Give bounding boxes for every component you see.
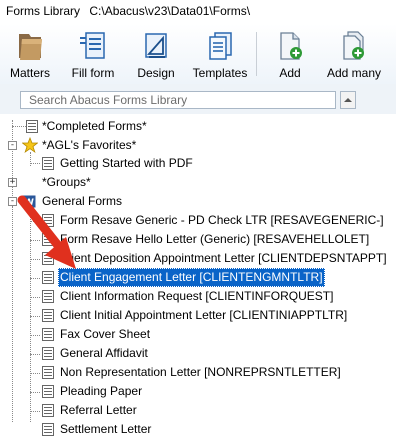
add-many-label: Add many — [326, 66, 382, 80]
library-path: C:\Abacus\v23\Data01\Forms\ — [89, 4, 251, 18]
add-button[interactable]: Add — [266, 26, 314, 82]
form-list-icon — [42, 347, 54, 360]
form-list-item[interactable]: General Affidavit — [42, 344, 150, 363]
matters-label: Matters — [9, 66, 50, 80]
annotation-arrow-icon — [17, 195, 76, 269]
form-list-item-label: Client Information Request [CLIENTINFORQ… — [60, 289, 334, 303]
add-many-icon — [343, 31, 364, 60]
form-list-icon — [42, 290, 54, 303]
window-title: Forms Library — [6, 4, 81, 18]
form-list-icon — [42, 309, 54, 322]
tree-line — [30, 354, 40, 355]
templates-button[interactable]: Templates — [188, 26, 252, 82]
form-list-item-label: Non Representation Letter [NONREPRSNTLET… — [60, 365, 341, 379]
matters-button[interactable]: Matters — [2, 26, 58, 82]
toolbar: Matters Fill form Design Templates Add A… — [0, 24, 396, 85]
form-list-item[interactable]: Non Representation Letter [NONREPRSNTLET… — [42, 363, 343, 382]
add-label: Add — [279, 66, 301, 80]
form-list-item[interactable]: Client Information Request [CLIENTINFORQ… — [42, 287, 335, 306]
tree-line — [30, 411, 40, 412]
folder-icon — [19, 34, 42, 60]
tree-line — [30, 316, 40, 317]
window-title-bar: Forms Library C:\Abacus\v23\Data01\Forms… — [0, 0, 396, 24]
form-list-item[interactable]: Referral Letter — [42, 401, 139, 420]
form-list-item-label: Client Initial Appointment Letter [CLIEN… — [60, 308, 348, 322]
form-list-icon — [42, 328, 54, 341]
collapse-search-button[interactable] — [340, 91, 356, 109]
fill-form-label: Fill form — [71, 66, 115, 80]
fill-form-button[interactable]: Fill form — [64, 26, 122, 82]
forms-tree: *Completed Forms* - *AGL's Favorites* Ge… — [0, 114, 396, 436]
fill-form-icon — [80, 32, 105, 59]
form-list-item-label: Fax Cover Sheet — [60, 327, 151, 341]
form-list-icon — [42, 404, 54, 417]
templates-icon — [209, 32, 232, 60]
form-list-item-label: Referral Letter — [60, 403, 137, 417]
search-input[interactable] — [20, 91, 336, 109]
search-row — [0, 84, 396, 114]
toolbar-divider — [256, 32, 257, 76]
form-list-icon — [42, 423, 54, 436]
add-document-icon — [280, 32, 302, 60]
form-list-icon — [42, 366, 54, 379]
form-list-item-label: General Affidavit — [60, 346, 148, 360]
tree-line — [30, 297, 40, 298]
form-list-item[interactable]: Client Initial Appointment Letter [CLIEN… — [42, 306, 349, 325]
tree-line — [30, 392, 40, 393]
templates-label: Templates — [192, 66, 248, 80]
design-button[interactable]: Design — [130, 26, 182, 82]
form-list-item[interactable]: Settlement Letter — [42, 420, 153, 439]
tree-line — [30, 335, 40, 336]
design-icon — [145, 33, 167, 58]
design-label: Design — [137, 66, 175, 80]
add-many-button[interactable]: Add many — [322, 26, 386, 82]
form-list-icon — [42, 385, 54, 398]
form-list-item[interactable]: Pleading Paper — [42, 382, 144, 401]
form-list-item-label: Settlement Letter — [60, 422, 152, 436]
form-list-item-label: Pleading Paper — [60, 384, 143, 398]
tree-line — [30, 373, 40, 374]
form-list-item[interactable]: Fax Cover Sheet — [42, 325, 152, 344]
